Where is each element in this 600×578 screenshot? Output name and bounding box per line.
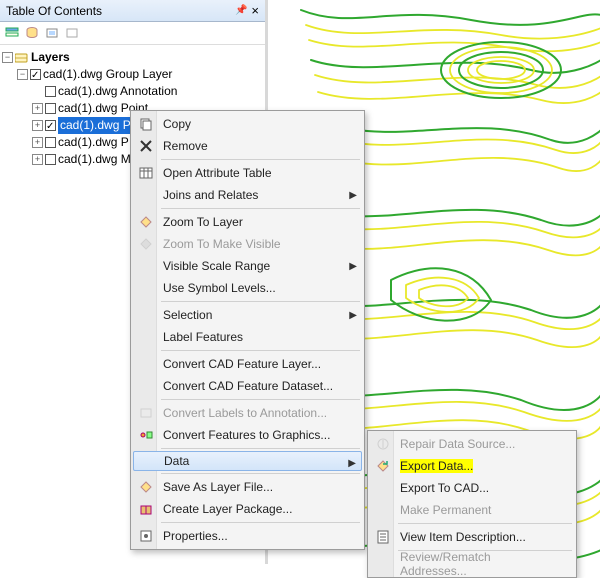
- pin-icon[interactable]: 📌: [235, 5, 247, 16]
- submenu-export-data[interactable]: Export Data...: [370, 455, 574, 477]
- checkbox-icon[interactable]: [45, 86, 56, 97]
- checkbox-checked-icon[interactable]: [30, 69, 41, 80]
- menu-label-features[interactable]: Label Features: [133, 326, 362, 348]
- menu-convert-cad-layer[interactable]: Convert CAD Feature Layer...: [133, 353, 362, 375]
- minus-icon[interactable]: −: [2, 52, 13, 63]
- submenu-make-permanent: Make Permanent: [370, 499, 574, 521]
- list-by-visibility-icon[interactable]: [44, 25, 60, 41]
- list-by-selection-icon[interactable]: [64, 25, 80, 41]
- checkbox-checked-icon[interactable]: [45, 120, 56, 131]
- submenu-view-item-description[interactable]: View Item Description...: [370, 526, 574, 548]
- table-icon: [138, 165, 154, 181]
- zoom-visible-icon: [138, 236, 154, 252]
- checkbox-icon[interactable]: [45, 103, 56, 114]
- menu-copy[interactable]: Copy: [133, 113, 362, 135]
- data-submenu: Repair Data Source... Export Data... Exp…: [367, 430, 577, 578]
- convert-features-icon: [138, 427, 154, 443]
- expander-none: [32, 86, 43, 97]
- tree-item-label: cad(1).dwg M: [58, 151, 131, 168]
- menu-joins-relates[interactable]: Joins and Relates ▶: [133, 184, 362, 206]
- tree-item[interactable]: cad(1).dwg Annotation: [32, 83, 263, 100]
- menu-convert-cad-dataset[interactable]: Convert CAD Feature Dataset...: [133, 375, 362, 397]
- toc-title-text: Table Of Contents: [6, 4, 102, 18]
- tree-root-label: Layers: [31, 49, 70, 66]
- menu-selection[interactable]: Selection ▶: [133, 304, 362, 326]
- tree-group[interactable]: − cad(1).dwg Group Layer: [17, 66, 263, 83]
- document-icon: [375, 529, 391, 545]
- submenu-arrow-icon: ▶: [349, 190, 357, 201]
- menu-visible-scale-range[interactable]: Visible Scale Range ▶: [133, 255, 362, 277]
- zoom-layer-icon: [138, 214, 154, 230]
- tree-group-label: cad(1).dwg Group Layer: [43, 66, 172, 83]
- export-data-icon: [375, 458, 391, 474]
- properties-icon: [138, 528, 154, 544]
- menu-open-attribute-table[interactable]: Open Attribute Table: [133, 162, 362, 184]
- tree-item-label: cad(1).dwg P: [58, 134, 129, 151]
- menu-data[interactable]: Data ▶: [133, 451, 362, 471]
- convert-labels-icon: [138, 405, 154, 421]
- menu-zoom-to-layer[interactable]: Zoom To Layer: [133, 211, 362, 233]
- submenu-arrow-icon: ▶: [348, 458, 356, 469]
- minus-icon[interactable]: −: [17, 69, 28, 80]
- list-by-drawing-order-icon[interactable]: [4, 25, 20, 41]
- menu-zoom-make-visible: Zoom To Make Visible: [133, 233, 362, 255]
- toc-titlebar: Table Of Contents 📌 ×: [0, 0, 265, 22]
- menu-convert-labels-annotation: Convert Labels to Annotation...: [133, 402, 362, 424]
- save-layer-icon: [138, 479, 154, 495]
- plus-icon[interactable]: +: [32, 120, 43, 131]
- menu-create-layer-package[interactable]: Create Layer Package...: [133, 498, 362, 520]
- plus-icon[interactable]: +: [32, 137, 43, 148]
- repair-icon: [375, 436, 391, 452]
- checkbox-icon[interactable]: [45, 154, 56, 165]
- menu-remove[interactable]: Remove: [133, 135, 362, 157]
- package-icon: [138, 501, 154, 517]
- copy-icon: [138, 116, 154, 132]
- list-by-source-icon[interactable]: [24, 25, 40, 41]
- layer-context-menu: Copy Remove Open Attribute Table Joins a…: [130, 110, 365, 550]
- close-icon[interactable]: ×: [251, 3, 259, 18]
- submenu-arrow-icon: ▶: [349, 310, 357, 321]
- remove-icon: [138, 138, 154, 154]
- submenu-export-to-cad[interactable]: Export To CAD...: [370, 477, 574, 499]
- tree-item-label: cad(1).dwg Annotation: [58, 83, 177, 100]
- plus-icon[interactable]: +: [32, 103, 43, 114]
- menu-convert-features-graphics[interactable]: Convert Features to Graphics...: [133, 424, 362, 446]
- menu-use-symbol-levels[interactable]: Use Symbol Levels...: [133, 277, 362, 299]
- submenu-arrow-icon: ▶: [349, 261, 357, 272]
- checkbox-icon[interactable]: [45, 137, 56, 148]
- menu-properties[interactable]: Properties...: [133, 525, 362, 547]
- toc-toolbar: [0, 22, 265, 45]
- tree-root[interactable]: − Layers: [2, 49, 263, 66]
- dataframe-icon: [15, 52, 29, 64]
- submenu-review-rematch: Review/Rematch Addresses...: [370, 553, 574, 575]
- menu-save-as-layer-file[interactable]: Save As Layer File...: [133, 476, 362, 498]
- plus-icon[interactable]: +: [32, 154, 43, 165]
- submenu-repair-data-source: Repair Data Source...: [370, 433, 574, 455]
- tree-item-label: cad(1).dwg P: [58, 117, 133, 134]
